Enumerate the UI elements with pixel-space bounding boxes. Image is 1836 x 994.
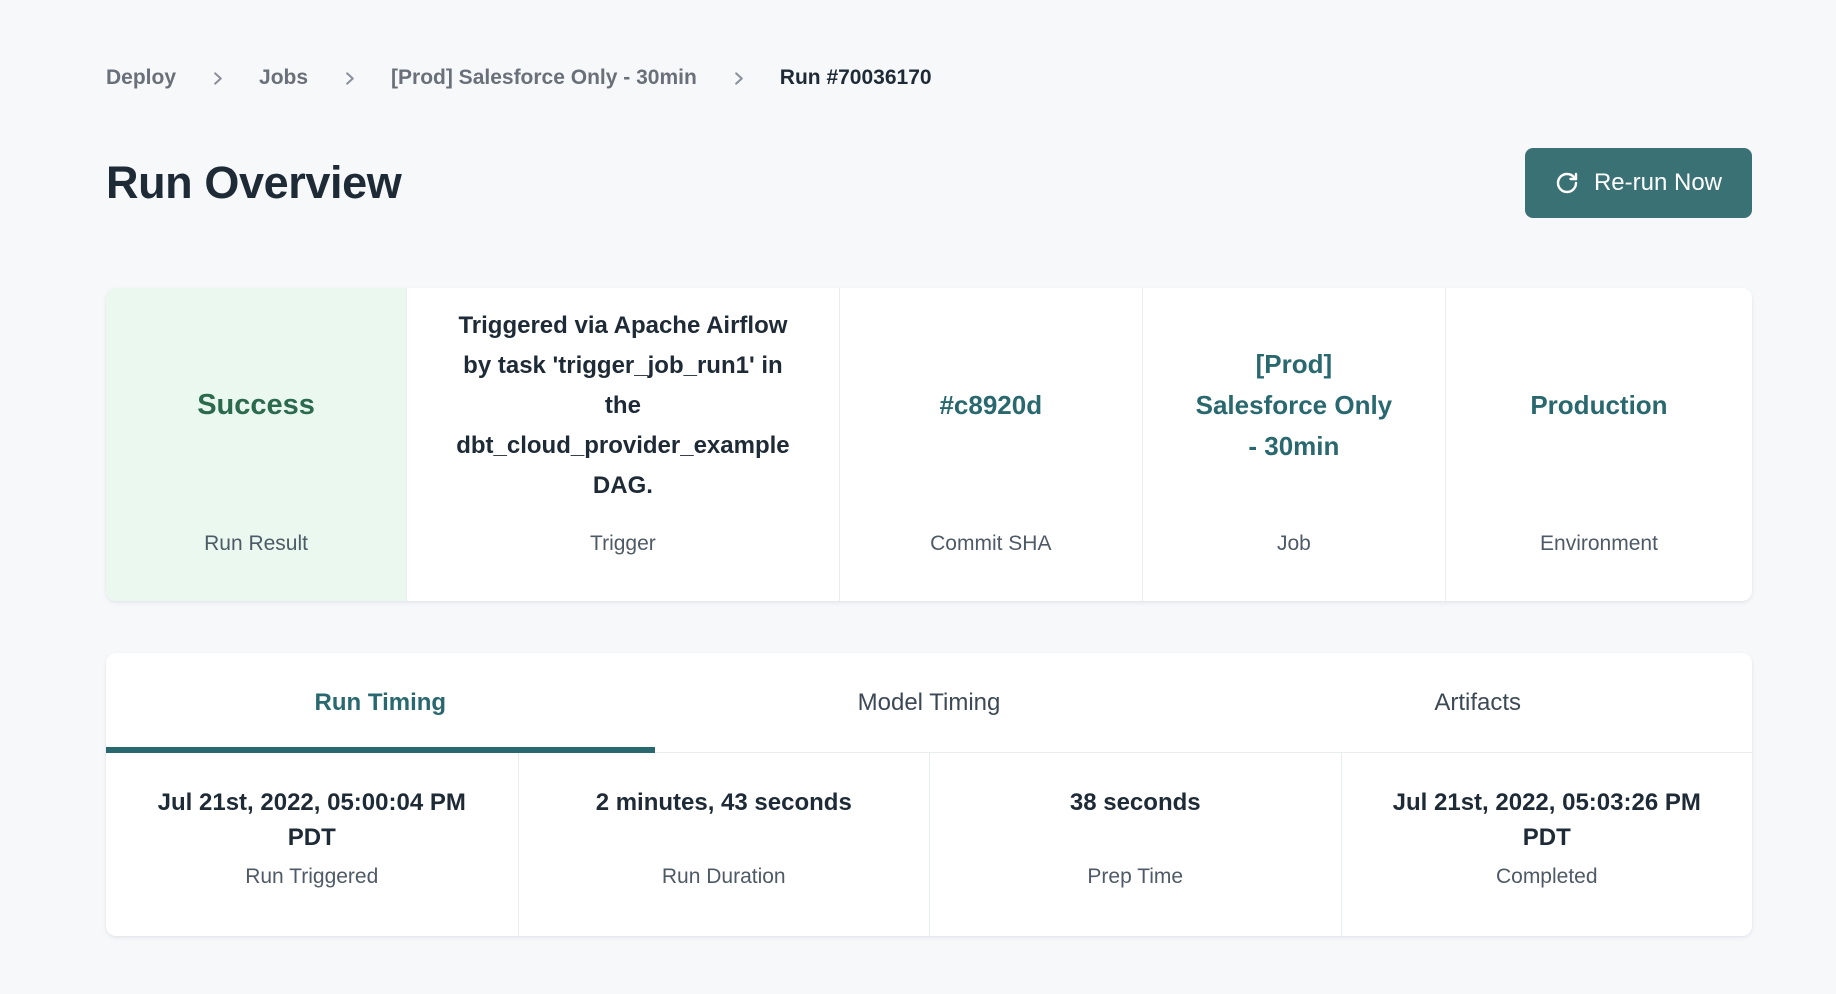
run-summary-cards: Success Run Result Triggered via Apache … (106, 288, 1752, 601)
environment-link[interactable]: Production (1530, 385, 1667, 426)
rotate-cw-icon (1555, 171, 1579, 195)
run-result-card: Success Run Result (106, 288, 406, 601)
breadcrumb-current-run: Run #70036170 (780, 64, 932, 92)
chevron-right-icon (210, 71, 225, 86)
prep-time-value: 38 seconds (954, 785, 1317, 855)
chevron-right-icon (731, 71, 746, 86)
prep-time-card: 38 seconds Prep Time (929, 753, 1341, 936)
completed-value: Jul 21st, 2022, 05:03:26 PMPDT (1366, 785, 1729, 855)
breadcrumb-item-deploy[interactable]: Deploy (106, 64, 176, 92)
breadcrumb: Deploy Jobs [Prod] Salesforce Only - 30m… (106, 64, 1752, 92)
run-overview-page: Deploy Jobs [Prod] Salesforce Only - 30m… (0, 0, 1836, 994)
trigger-value: Triggered via Apache Airflowby task 'tri… (456, 306, 789, 506)
completed-card: Jul 21st, 2022, 05:03:26 PMPDT Completed (1341, 753, 1753, 936)
rerun-now-button[interactable]: Re-run Now (1525, 148, 1752, 218)
completed-label: Completed (1366, 865, 1729, 889)
rerun-now-button-label: Re-run Now (1594, 169, 1722, 197)
chevron-right-icon (342, 71, 357, 86)
commit-sha-card: #c8920d Commit SHA (839, 288, 1142, 601)
prep-time-label: Prep Time (954, 865, 1317, 889)
commit-sha-link[interactable]: #c8920d (939, 385, 1042, 426)
run-triggered-value: Jul 21st, 2022, 05:00:04 PMPDT (130, 785, 494, 855)
run-result-label: Run Result (130, 531, 382, 601)
run-details-panel: Run Timing Model Timing Artifacts Jul 21… (106, 653, 1752, 936)
tab-run-timing[interactable]: Run Timing (106, 653, 655, 752)
trigger-card: Triggered via Apache Airflowby task 'tri… (406, 288, 839, 601)
tab-bar: Run Timing Model Timing Artifacts (106, 653, 1752, 753)
page-header: Run Overview Re-run Now (106, 148, 1752, 218)
tab-artifacts[interactable]: Artifacts (1203, 653, 1752, 752)
environment-card: Production Environment (1445, 288, 1752, 601)
tab-model-timing[interactable]: Model Timing (655, 653, 1204, 752)
breadcrumb-item-job-name[interactable]: [Prod] Salesforce Only - 30min (391, 64, 697, 92)
breadcrumb-item-jobs[interactable]: Jobs (259, 64, 308, 92)
run-duration-card: 2 minutes, 43 seconds Run Duration (518, 753, 930, 936)
job-label: Job (1167, 531, 1421, 601)
run-duration-value: 2 minutes, 43 seconds (543, 785, 906, 855)
job-card: [Prod]Salesforce Only- 30min Job (1142, 288, 1445, 601)
environment-label: Environment (1470, 531, 1728, 601)
run-result-value: Success (197, 389, 315, 422)
run-duration-label: Run Duration (543, 865, 906, 889)
page-title: Run Overview (106, 157, 401, 209)
run-triggered-label: Run Triggered (130, 865, 494, 889)
run-triggered-card: Jul 21st, 2022, 05:00:04 PMPDT Run Trigg… (106, 753, 518, 936)
commit-sha-label: Commit SHA (864, 531, 1118, 601)
run-timing-cards: Jul 21st, 2022, 05:00:04 PMPDT Run Trigg… (106, 753, 1752, 936)
job-link[interactable]: [Prod]Salesforce Only- 30min (1196, 344, 1393, 467)
trigger-label: Trigger (431, 531, 815, 601)
